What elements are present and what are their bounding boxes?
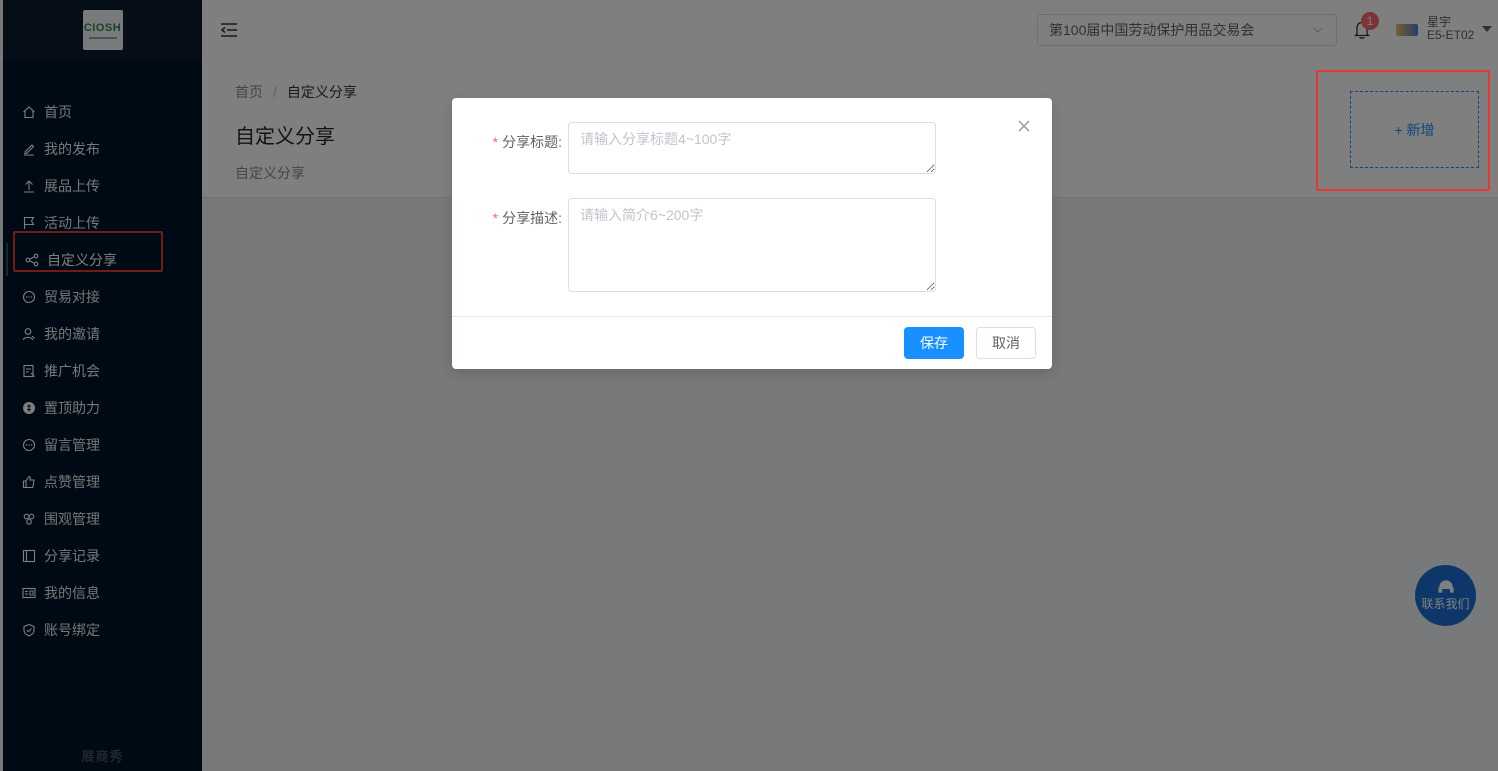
- share-dialog: *分享标题: *分享描述: 保存 取消: [452, 98, 1052, 369]
- save-button[interactable]: 保存: [904, 327, 964, 359]
- form-row-desc: * 分享描述:: [452, 198, 936, 292]
- close-icon[interactable]: [1017, 119, 1031, 133]
- form-row-title: * 分享标题:: [452, 122, 936, 174]
- title-label: * 分享标题:: [492, 134, 562, 150]
- dialog-footer-divider: [452, 316, 1052, 317]
- cancel-button[interactable]: 取消: [976, 327, 1036, 359]
- share-title-input[interactable]: [568, 122, 936, 174]
- desc-label: * 分享描述:: [492, 210, 562, 226]
- share-description-input[interactable]: [568, 198, 936, 292]
